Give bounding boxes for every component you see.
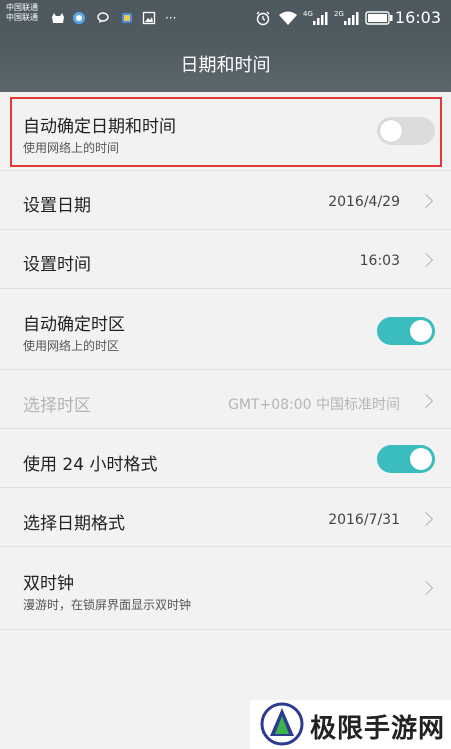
signal-icon — [312, 10, 328, 26]
setting-title: 设置日期 — [23, 196, 91, 216]
toggle-knob — [410, 448, 432, 470]
wifi-icon — [278, 10, 298, 26]
use-24h-toggle[interactable] — [377, 445, 435, 473]
message-icon — [96, 10, 110, 26]
battery-icon — [365, 10, 393, 26]
setting-title: 自动确定时区 — [23, 315, 125, 335]
setting-value: 2016/4/29 — [328, 194, 400, 210]
alarm-icon — [255, 10, 271, 26]
setting-subtitle: 使用网络上的时区 — [23, 339, 120, 353]
bird-icon — [72, 10, 86, 26]
setting-value: 16:03 — [359, 253, 400, 269]
app-icon — [120, 10, 134, 26]
highlight-box — [10, 97, 442, 167]
carrier-names: 中国联通 中国联通 — [6, 3, 38, 23]
chevron-right-icon — [418, 511, 434, 527]
logo-icon — [260, 702, 304, 746]
toggle-knob — [410, 320, 432, 342]
app-icon — [50, 10, 66, 26]
setting-set-date[interactable]: 设置日期 2016/4/29 — [0, 171, 451, 230]
setting-value: 2016/7/31 — [328, 512, 400, 528]
image-icon — [142, 10, 156, 26]
overflow-icon: ··· — [165, 11, 177, 25]
status-time: 16:03 — [394, 8, 441, 27]
setting-title: 设置时间 — [23, 255, 91, 275]
carrier-2: 中国联通 — [6, 13, 38, 22]
chevron-right-icon — [418, 580, 434, 596]
auto-timezone-toggle[interactable] — [377, 317, 435, 345]
chevron-right-icon — [418, 393, 434, 409]
setting-select-timezone: 选择时区 GMT+08:00 中国标准时间 — [0, 370, 451, 429]
carrier-1: 中国联通 — [6, 3, 38, 12]
setting-title: 使用 24 小时格式 — [23, 455, 158, 475]
watermark-text: 极限手游网 — [310, 714, 446, 744]
setting-value: GMT+08:00 中国标准时间 — [227, 397, 400, 413]
setting-title: 选择日期格式 — [23, 514, 125, 534]
setting-use-24h[interactable]: 使用 24 小时格式 — [0, 429, 451, 488]
signal-icon — [343, 10, 359, 26]
setting-title: 双时钟 — [23, 574, 74, 594]
watermark: 极限手游网 — [250, 700, 451, 749]
setting-title: 选择时区 — [23, 396, 91, 416]
setting-date-format[interactable]: 选择日期格式 2016/7/31 — [0, 488, 451, 547]
chevron-right-icon — [418, 193, 434, 209]
title-bar: 日期和时间 — [0, 36, 451, 92]
page-title: 日期和时间 — [180, 55, 271, 76]
setting-auto-timezone[interactable]: 自动确定时区 使用网络上的时区 — [0, 289, 451, 370]
chevron-right-icon — [418, 252, 434, 268]
setting-subtitle: 漫游时，在锁屏界面显示双时钟 — [23, 598, 192, 612]
status-bar: 中国联通 中国联通 ··· 4G 2G 16:03 — [0, 0, 451, 36]
setting-dual-clock[interactable]: 双时钟 漫游时，在锁屏界面显示双时钟 — [0, 547, 451, 630]
setting-set-time[interactable]: 设置时间 16:03 — [0, 230, 451, 289]
